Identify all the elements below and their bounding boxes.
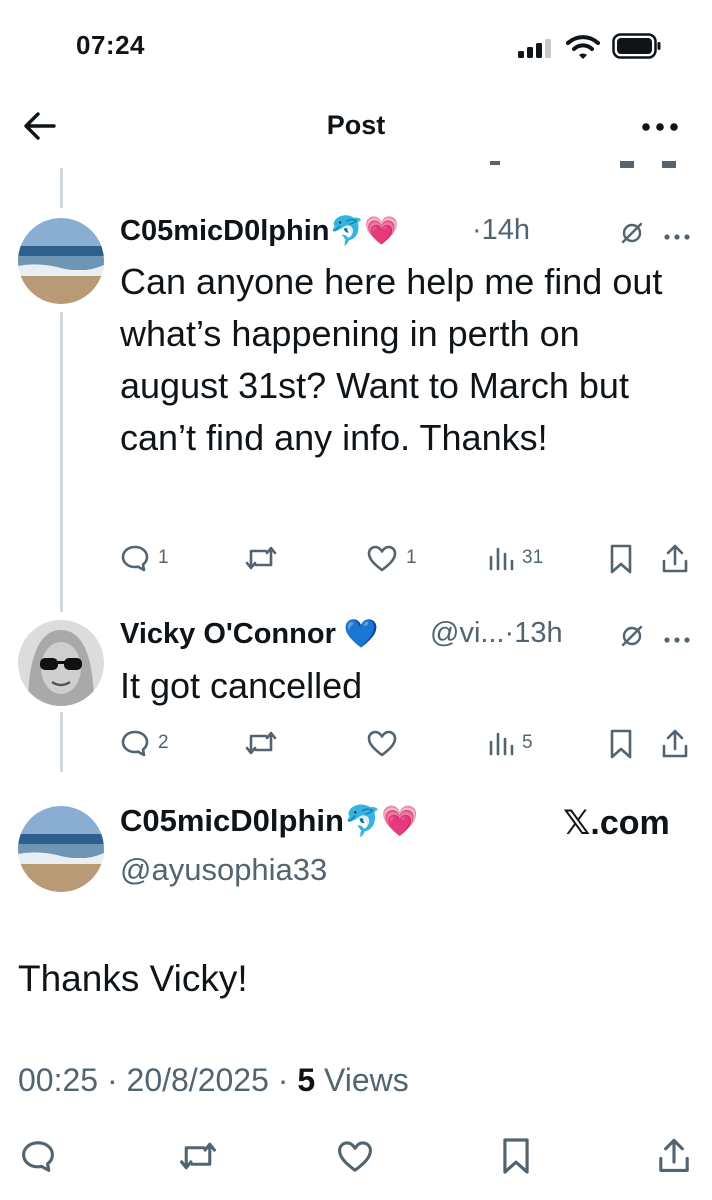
cellular-signal-icon (518, 38, 558, 63)
retweet-button[interactable] (244, 728, 286, 758)
share-button[interactable] (660, 543, 690, 575)
page-title: Post (326, 110, 386, 140)
status-time: 07:24 (76, 30, 145, 60)
tweet-meta: ·14h (472, 214, 531, 246)
author-handle[interactable]: @ayusophia33 (120, 852, 327, 888)
battery-icon (612, 33, 662, 64)
more-options-icon[interactable] (640, 112, 680, 142)
like-button[interactable]: 1 (366, 543, 417, 573)
views-count: 5 (522, 732, 533, 753)
retweet-button[interactable] (244, 543, 286, 573)
share-button[interactable] (660, 728, 690, 760)
reply-count: 2 (158, 732, 169, 753)
tweet-meta: @vi...·13h (430, 617, 563, 649)
reply-button[interactable]: 2 (120, 728, 169, 758)
reply-button[interactable] (20, 1138, 56, 1179)
views-count: 31 (522, 547, 544, 568)
tweet-text: It got cancelled (120, 665, 363, 706)
author-name[interactable]: Vicky O'Connor 💙 (120, 617, 379, 651)
avatar-woman[interactable] (18, 620, 104, 706)
avatar-beach[interactable] (18, 218, 104, 304)
thread-line (60, 312, 63, 612)
tweet-more-icon[interactable] (664, 631, 690, 649)
grok-icon[interactable] (620, 221, 644, 250)
wifi-icon (566, 34, 600, 65)
reply-button[interactable]: 1 (120, 543, 169, 573)
avatar-beach[interactable] (18, 806, 104, 892)
like-button[interactable] (366, 728, 406, 758)
thread-line (60, 712, 63, 772)
like-button[interactable] (336, 1138, 374, 1179)
post-timestamp: 00:25 · 20/8/2025 · 5 Views (18, 1062, 409, 1099)
views-button[interactable]: 31 (488, 543, 543, 573)
grok-icon[interactable] (620, 624, 644, 653)
views-label: Views (315, 1062, 409, 1098)
reply-count: 1 (158, 547, 169, 568)
author-name[interactable]: C05micD0lphin🐬💗 (120, 214, 399, 248)
author-emojis: 💙 (343, 618, 379, 649)
views-button[interactable]: 5 (488, 728, 533, 758)
share-button[interactable] (656, 1136, 692, 1181)
like-count: 1 (406, 547, 417, 568)
tweet-text: Can anyone here help me find out what’s … (120, 261, 663, 458)
cutoff-previous-actions (350, 158, 690, 168)
retweet-button[interactable] (178, 1138, 218, 1179)
bookmark-button[interactable] (608, 728, 634, 760)
xcom-watermark: 𝕏.com (563, 804, 670, 842)
thread-line (60, 168, 63, 208)
tweet-more-icon[interactable] (664, 228, 690, 246)
author-name[interactable]: C05micD0lphin🐬💗 (120, 803, 419, 839)
main-post-text: Thanks Vicky! (18, 958, 248, 999)
time-date: 00:25 · 20/8/2025 · (18, 1062, 298, 1098)
author-emojis: 🐬💗 (329, 215, 400, 246)
views-total: 5 (297, 1062, 316, 1098)
bookmark-button[interactable] (500, 1136, 532, 1181)
bookmark-button[interactable] (608, 543, 634, 575)
author-emojis: 🐬💗 (343, 805, 419, 838)
